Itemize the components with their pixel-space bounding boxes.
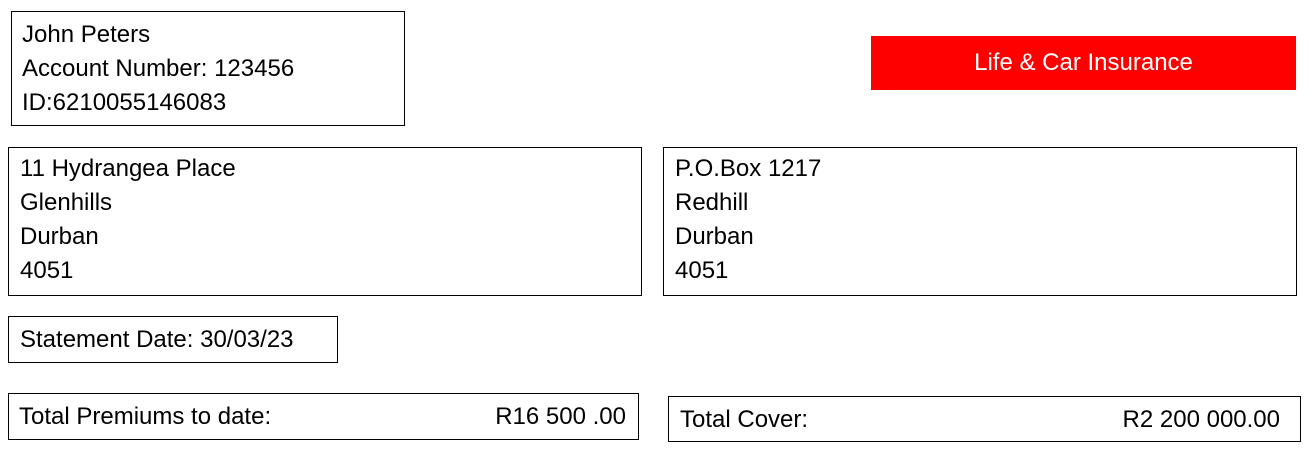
address-line: Durban <box>675 223 754 250</box>
customer-name: John Peters <box>22 21 151 48</box>
residential-address-box: 11 Hydrangea Place Glenhills Durban 4051 <box>8 147 642 296</box>
address-line: 11 Hydrangea Place <box>20 155 236 182</box>
customer-info-box: John Peters Account Number: 123456 ID:62… <box>11 11 405 126</box>
address-line: 4051 <box>675 257 729 284</box>
address-line: Durban <box>20 223 99 250</box>
total-cover-label: Total Cover: <box>680 406 809 433</box>
total-premiums-box: Total Premiums to date: R16 500 .00 <box>8 393 639 440</box>
statement-date: Statement Date: 30/03/23 <box>20 326 294 353</box>
total-cover-value: R2 200 000.00 <box>1122 406 1280 433</box>
id-number: ID:6210055146083 <box>22 89 227 116</box>
statement-date-box: Statement Date: 30/03/23 <box>8 316 338 363</box>
address-line: 4051 <box>20 257 74 284</box>
insurance-type-banner: Life & Car Insurance <box>871 36 1296 90</box>
account-number: Account Number: 123456 <box>22 55 295 82</box>
address-line: Glenhills <box>20 189 113 216</box>
address-line: Redhill <box>675 189 749 216</box>
address-line: P.O.Box 1217 <box>675 155 822 182</box>
total-premiums-label: Total Premiums to date: <box>19 403 272 430</box>
total-premiums-value: R16 500 .00 <box>495 403 626 430</box>
postal-address-box: P.O.Box 1217 Redhill Durban 4051 <box>663 147 1297 296</box>
total-cover-box: Total Cover: R2 200 000.00 <box>668 396 1301 442</box>
